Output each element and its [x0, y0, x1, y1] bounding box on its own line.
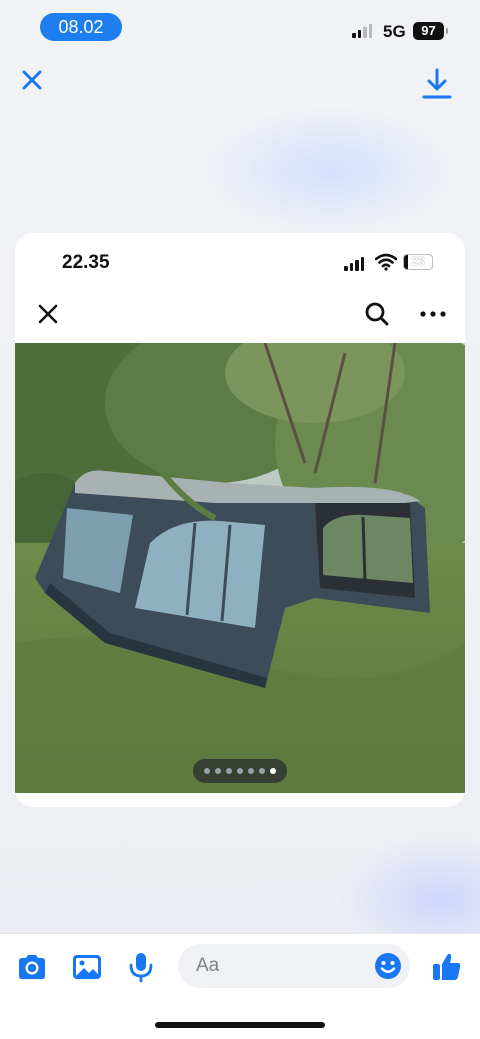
status-bar: 08.02 5G 97	[0, 0, 480, 56]
page-dot	[259, 768, 265, 774]
close-icon	[38, 304, 58, 324]
page-dot	[237, 768, 243, 774]
page-dot	[215, 768, 221, 774]
tent-photo[interactable]	[15, 343, 465, 793]
inner-battery-indicator: 23	[403, 254, 433, 270]
page-dot	[204, 768, 210, 774]
voice-button[interactable]	[124, 950, 158, 984]
signal-icon	[352, 24, 372, 38]
message-input-container[interactable]	[178, 944, 410, 988]
carousel-pagination[interactable]	[193, 759, 287, 783]
inner-battery-level: 23	[411, 254, 425, 268]
inner-toolbar	[15, 293, 465, 343]
thumbs-up-icon	[433, 953, 461, 980]
emoji-icon	[375, 953, 401, 979]
camera-icon	[19, 955, 45, 979]
page-dot	[248, 768, 254, 774]
status-time[interactable]: 08.02	[40, 13, 122, 41]
page-dot-active	[270, 768, 276, 774]
network-label: 5G	[383, 22, 406, 41]
download-button[interactable]	[420, 66, 454, 102]
download-icon	[422, 68, 452, 99]
microphone-icon	[129, 953, 153, 983]
page-dot	[226, 768, 232, 774]
emoji-button[interactable]	[374, 952, 402, 980]
battery-indicator: 97	[413, 22, 448, 40]
photo-illustration	[15, 343, 465, 793]
like-button[interactable]	[430, 950, 464, 984]
close-button[interactable]	[18, 66, 46, 94]
search-icon	[365, 302, 389, 326]
home-indicator[interactable]	[155, 1022, 325, 1028]
close-icon	[22, 70, 42, 90]
gallery-button[interactable]	[70, 950, 104, 984]
more-horizontal-icon	[420, 311, 446, 317]
message-input[interactable]	[196, 953, 356, 979]
image-icon	[73, 955, 101, 979]
camera-button[interactable]	[15, 950, 49, 984]
shared-image-card[interactable]: 22.35 23	[15, 233, 465, 807]
inner-status-time: 22.35	[62, 252, 110, 273]
wifi-icon	[375, 253, 397, 271]
inner-status-bar: 22.35 23	[15, 233, 465, 293]
inner-signal-icon	[344, 257, 364, 271]
